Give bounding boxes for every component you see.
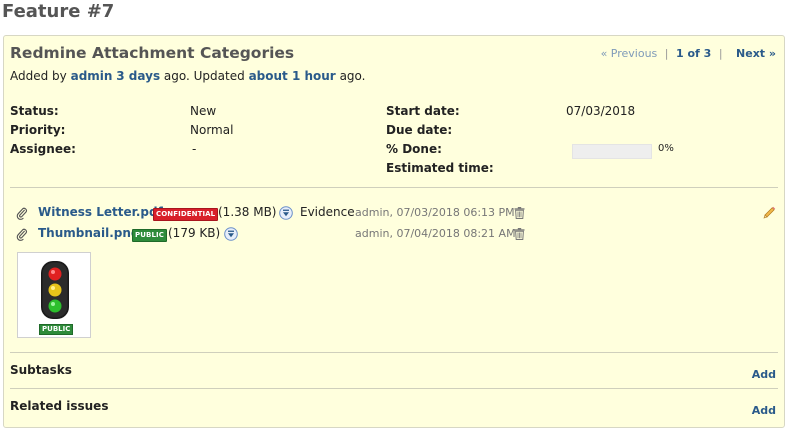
attachment-row: Thumbnail.png PUBLIC (179 KB) admin, 07/…	[16, 226, 776, 244]
start-date-value: 07/03/2018	[566, 104, 636, 118]
attachment-link[interactable]: Witness Letter.pdf	[38, 205, 163, 219]
divider	[10, 187, 778, 188]
attachment-description: Evidence	[300, 205, 355, 219]
traffic-light-icon	[41, 261, 69, 319]
page-title: Feature #7	[2, 1, 115, 22]
confidential-badge: CONFIDENTIAL	[153, 208, 219, 221]
issue-position-link[interactable]: 1 of 3	[676, 47, 711, 60]
attachment-meta: admin, 07/03/2018 06:13 PM	[355, 206, 515, 219]
estimated-time-label: Estimated time:	[386, 161, 494, 175]
attachment-thumbnail[interactable]: PUBLIC	[17, 252, 91, 338]
nav-separator: |	[718, 47, 723, 60]
status-label: Status:	[10, 104, 59, 118]
attachment-meta: admin, 07/04/2018 08:21 AM	[355, 227, 516, 240]
done-progress-bar	[572, 144, 652, 159]
start-date-label: Start date:	[386, 104, 460, 118]
divider	[10, 352, 778, 353]
done-label: % Done:	[386, 142, 442, 156]
nav-separator: |	[664, 47, 669, 60]
attachment-size: (1.38 MB)	[218, 205, 277, 219]
ago-end-text: ago.	[339, 69, 366, 83]
download-icon[interactable]	[279, 206, 293, 220]
previous-link: « Previous	[600, 47, 658, 60]
ago-updated-text: ago. Updated	[163, 69, 245, 83]
due-date-label: Due date:	[386, 123, 453, 137]
download-icon[interactable]	[224, 227, 238, 241]
status-value: New	[190, 104, 217, 118]
divider	[10, 388, 778, 389]
trash-icon[interactable]	[514, 228, 525, 240]
priority-value: Normal	[190, 123, 234, 137]
next-link[interactable]: Next »	[736, 47, 776, 60]
subtasks-title: Subtasks	[10, 363, 72, 377]
author-link[interactable]: admin	[71, 69, 113, 83]
author-line: Added by admin 3 days ago. Updated about…	[10, 69, 365, 83]
attachment-size: (179 KB)	[168, 226, 221, 240]
assignee-label: Assignee:	[10, 142, 76, 156]
issue-pagination: « Previous | 1 of 3 | Next »	[601, 47, 776, 60]
priority-label: Priority:	[10, 123, 66, 137]
trash-icon[interactable]	[514, 207, 525, 219]
added-by-text: Added by	[10, 69, 67, 83]
paperclip-icon	[16, 207, 27, 220]
updated-ago-link[interactable]: about 1 hour	[249, 69, 336, 83]
issue-panel: Redmine Attachment Categories « Previous…	[3, 35, 785, 428]
add-related-issue-link[interactable]: Add	[752, 404, 776, 417]
attachment-link[interactable]: Thumbnail.png	[38, 226, 140, 240]
issue-subject: Redmine Attachment Categories	[10, 44, 295, 62]
assignee-value: -	[192, 142, 197, 156]
public-badge: PUBLIC	[39, 324, 74, 335]
paperclip-icon	[16, 228, 27, 241]
pencil-icon[interactable]	[763, 206, 776, 219]
related-issues-title: Related issues	[10, 399, 109, 413]
done-percent: 0%	[658, 143, 674, 154]
created-ago-link[interactable]: 3 days	[116, 69, 160, 83]
issue-attributes: Status: New Priority: Normal Assignee: -…	[10, 104, 780, 184]
add-subtask-link[interactable]: Add	[752, 368, 776, 381]
attachment-row: Witness Letter.pdf CONFIDENTIAL (1.38 MB…	[16, 205, 776, 223]
public-badge: PUBLIC	[132, 229, 167, 242]
